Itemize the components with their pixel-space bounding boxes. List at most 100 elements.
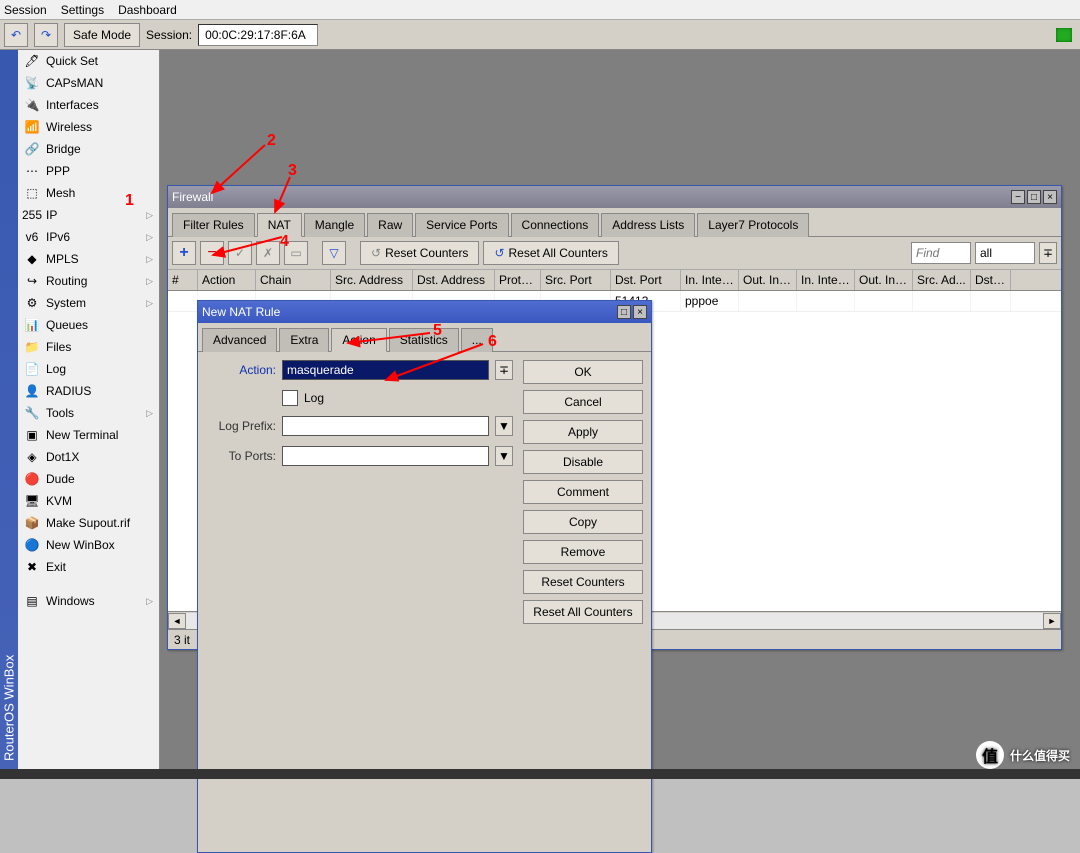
sidebar-item-log[interactable]: 📄Log [18, 358, 159, 380]
filter-button[interactable]: ▽ [322, 241, 346, 265]
column-header[interactable]: Dst. Address [413, 270, 495, 290]
sidebar-item-mpls[interactable]: ◆MPLS▷ [18, 248, 159, 270]
session-label: Session: [146, 28, 192, 42]
column-header[interactable]: Proto... [495, 270, 541, 290]
sidebar-item-files[interactable]: 📁Files [18, 336, 159, 358]
remove-button[interactable]: Remove [523, 540, 643, 564]
to-ports-input[interactable] [282, 446, 489, 466]
sidebar-item-radius[interactable]: 👤RADIUS [18, 380, 159, 402]
reset-all-counters-button[interactable]: Reset All Counters [523, 600, 643, 624]
log-prefix-arrow[interactable]: ▼ [495, 416, 513, 436]
column-header[interactable]: Dst. Port [611, 270, 681, 290]
column-header[interactable]: Action [198, 270, 256, 290]
column-header[interactable]: In. Inter... [681, 270, 739, 290]
action-combo[interactable]: masquerade [282, 360, 489, 380]
tab-address-lists[interactable]: Address Lists [601, 213, 695, 237]
sidebar-item-quick-set[interactable]: 🖊Quick Set [18, 50, 159, 72]
tab-filter-rules[interactable]: Filter Rules [172, 213, 255, 237]
column-header[interactable]: Chain [256, 270, 331, 290]
plus-icon: + [179, 244, 188, 262]
column-header[interactable]: Src. Address [331, 270, 413, 290]
session-mac-field[interactable]: 00:0C:29:17:8F:6A [198, 24, 318, 46]
tab-service-ports[interactable]: Service Ports [415, 213, 508, 237]
sidebar-item-make-supout.rif[interactable]: 📦Make Supout.rif [18, 512, 159, 534]
redo-button[interactable]: ↷ [34, 23, 58, 47]
sidebar-item-kvm[interactable]: 🖥KVM [18, 490, 159, 512]
nat-dialog-maximize-button[interactable]: □ [617, 305, 631, 319]
firewall-close-button[interactable]: × [1043, 190, 1057, 204]
sidebar-item-windows[interactable]: ▤Windows▷ [18, 590, 159, 612]
tab-connections[interactable]: Connections [511, 213, 600, 237]
disable-button[interactable]: ✗ [256, 241, 280, 265]
menu-dashboard[interactable]: Dashboard [118, 3, 177, 17]
sidebar-item-wireless[interactable]: 📶Wireless [18, 116, 159, 138]
filter-combo-arrow[interactable]: ∓ [1039, 242, 1057, 264]
nat-dialog-titlebar[interactable]: New NAT Rule □ × [198, 301, 651, 323]
sidebar-item-new-terminal[interactable]: ▣New Terminal [18, 424, 159, 446]
dlg-tab-...[interactable]: ... [461, 328, 493, 352]
sidebar-icon: 👤 [24, 383, 40, 399]
sidebar-item-new-winbox[interactable]: 🔵New WinBox [18, 534, 159, 556]
sidebar-item-exit[interactable]: ✖Exit [18, 556, 159, 578]
sidebar-item-mesh[interactable]: ⬚Mesh [18, 182, 159, 204]
sidebar-item-ppp[interactable]: ⋯PPP [18, 160, 159, 182]
to-ports-arrow[interactable]: ▼ [495, 446, 513, 466]
reset-all-counters-button[interactable]: ↺Reset All Counters [483, 241, 618, 265]
scroll-left-button[interactable]: ◄ [168, 613, 186, 629]
tab-layer7-protocols[interactable]: Layer7 Protocols [697, 213, 809, 237]
copy-button[interactable]: Copy [523, 510, 643, 534]
apply-button[interactable]: Apply [523, 420, 643, 444]
comment-button[interactable]: Comment [523, 480, 643, 504]
dlg-tab-extra[interactable]: Extra [279, 328, 329, 352]
safe-mode-button[interactable]: Safe Mode [64, 23, 140, 47]
firewall-minimize-button[interactable]: − [1011, 190, 1025, 204]
find-input[interactable] [911, 242, 971, 264]
disable-button[interactable]: Disable [523, 450, 643, 474]
tab-raw[interactable]: Raw [367, 213, 413, 237]
sidebar-item-tools[interactable]: 🔧Tools▷ [18, 402, 159, 424]
sidebar-item-interfaces[interactable]: 🔌Interfaces [18, 94, 159, 116]
reset-counters-button[interactable]: ↺Reset Counters [360, 241, 479, 265]
enable-button[interactable]: ✓ [228, 241, 252, 265]
menu-session[interactable]: Session [4, 3, 47, 17]
nat-dialog-close-button[interactable]: × [633, 305, 647, 319]
log-label: Log [304, 391, 324, 405]
sidebar-item-queues[interactable]: 📊Queues [18, 314, 159, 336]
dlg-tab-advanced[interactable]: Advanced [202, 328, 277, 352]
action-combo-arrow[interactable]: ∓ [495, 360, 513, 380]
dlg-tab-statistics[interactable]: Statistics [389, 328, 459, 352]
ok-button[interactable]: OK [523, 360, 643, 384]
column-header[interactable]: # [168, 270, 198, 290]
reset-counters-button[interactable]: Reset Counters [523, 570, 643, 594]
column-header[interactable]: Out. Int... [855, 270, 913, 290]
sidebar-item-capsman[interactable]: 📡CAPsMAN [18, 72, 159, 94]
sidebar-item-dude[interactable]: 🔴Dude [18, 468, 159, 490]
sidebar-item-bridge[interactable]: 🔗Bridge [18, 138, 159, 160]
dlg-tab-action[interactable]: Action [331, 328, 386, 352]
comment-button[interactable]: ▭ [284, 241, 308, 265]
menu-settings[interactable]: Settings [61, 3, 104, 17]
scroll-right-button[interactable]: ► [1043, 613, 1061, 629]
firewall-maximize-button[interactable]: □ [1027, 190, 1041, 204]
tab-nat[interactable]: NAT [257, 213, 302, 237]
firewall-titlebar[interactable]: Firewall − □ × [168, 186, 1061, 208]
add-button[interactable]: + [172, 241, 196, 265]
column-header[interactable]: Dst. A [971, 270, 1011, 290]
column-header[interactable]: Src. Ad... [913, 270, 971, 290]
sidebar-item-ip[interactable]: 255IP▷ [18, 204, 159, 226]
remove-button[interactable]: − [200, 241, 224, 265]
column-header[interactable]: In. Inter... [797, 270, 855, 290]
log-prefix-input[interactable] [282, 416, 489, 436]
tab-mangle[interactable]: Mangle [304, 213, 365, 237]
filter-combo[interactable]: all [975, 242, 1035, 264]
log-checkbox[interactable] [282, 390, 298, 406]
column-header[interactable]: Out. Int... [739, 270, 797, 290]
undo-button[interactable]: ↶ [4, 23, 28, 47]
sidebar-item-system[interactable]: ⚙System▷ [18, 292, 159, 314]
sidebar-item-routing[interactable]: ↪Routing▷ [18, 270, 159, 292]
cancel-button[interactable]: Cancel [523, 390, 643, 414]
column-header[interactable]: Src. Port [541, 270, 611, 290]
sidebar-item-dot1x[interactable]: ◈Dot1X [18, 446, 159, 468]
sidebar-item-ipv6[interactable]: v6IPv6▷ [18, 226, 159, 248]
caret-icon: ▷ [146, 254, 153, 265]
